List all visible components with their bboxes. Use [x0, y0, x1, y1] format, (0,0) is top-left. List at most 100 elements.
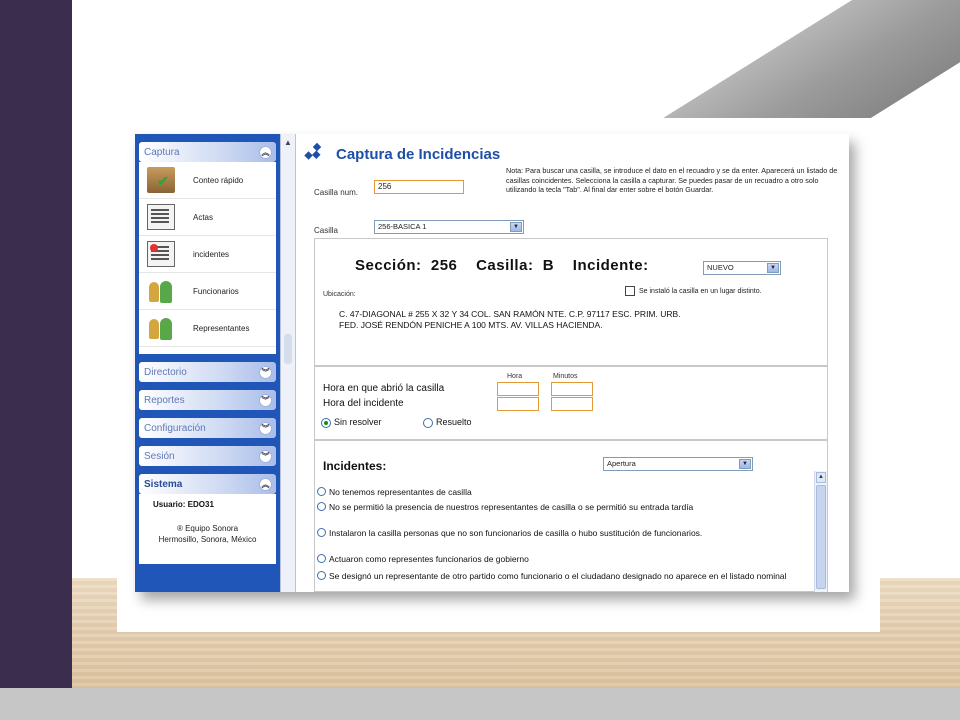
radio-button[interactable]	[317, 502, 326, 511]
chevron-down-icon[interactable]: ▼	[767, 263, 779, 273]
splitter-grip[interactable]	[284, 334, 292, 364]
section-title: Directorio	[144, 366, 187, 378]
time-panel: Hora Minutos Hora en que abrió la casill…	[314, 366, 828, 440]
sidebar-item-incidentes[interactable]: incidentes	[139, 236, 276, 273]
slide-bottom-bar	[0, 688, 960, 720]
collapse-icon[interactable]: ︽	[259, 145, 272, 159]
chevron-down-icon[interactable]: ▼	[510, 222, 522, 232]
lugar-distinto-checkbox[interactable]	[625, 286, 635, 296]
incidente-select-value: NUEVO	[707, 263, 734, 272]
credit-location: Hermosillo, Sonora, México	[158, 535, 257, 544]
resuelto-radio[interactable]	[423, 418, 433, 428]
incidentes-label: Incidentes:	[323, 459, 387, 473]
incidentes-type-select[interactable]: Apertura ▼	[603, 457, 753, 471]
sidebar-section-captura[interactable]: Captura ︽	[139, 142, 276, 162]
resuelto-label: Resuelto	[436, 417, 472, 427]
section-title: Reportes	[144, 394, 185, 406]
option-label: No tenemos representantes de casilla	[329, 487, 472, 497]
credit-line: ® Equipo Sonora	[176, 524, 239, 533]
sidebar-section-directorio[interactable]: Directorio ︾	[139, 362, 276, 382]
lugar-distinto-label: Se instaló la casilla en un lugar distin…	[639, 288, 762, 295]
incidentes-panel: Incidentes: Apertura ▼ No tenemos repres…	[314, 440, 828, 592]
page-title: Captura de Incidencias	[314, 144, 500, 164]
sidebar-section-reportes[interactable]: Reportes ︾	[139, 390, 276, 410]
sidebar-section-sesion[interactable]: Sesión ︾	[139, 446, 276, 466]
section-title: Sistema	[144, 478, 183, 490]
seccion-label: Sección:	[355, 257, 422, 274]
sidebar-item-actas[interactable]: Actas	[139, 199, 276, 236]
incidente-option[interactable]: Se designó un representante de otro part…	[317, 571, 787, 582]
incidente-option[interactable]: No tenemos representantes de casilla	[317, 487, 787, 498]
slide-left-bar	[0, 0, 72, 688]
scrollbar-thumb[interactable]	[816, 485, 826, 589]
sidebar-section-configuracion[interactable]: Configuración ︾	[139, 418, 276, 438]
casilla-select[interactable]: 256-BASICA 1 ▼	[374, 220, 524, 234]
sidebar-item-label: Conteo rápido	[193, 175, 244, 185]
expand-icon[interactable]: ︾	[259, 449, 272, 463]
sidebar-item-label: Representantes	[193, 323, 250, 333]
casilla-type-value: B	[542, 257, 555, 274]
casilla-num-input[interactable]: 256	[374, 180, 464, 194]
people-icon	[147, 315, 175, 341]
page-title-text: Captura de Incidencias	[336, 145, 501, 163]
screenshot-frame: Captura ︽ Conteo rápido Actas incidentes	[117, 118, 880, 632]
hora-abrio-hour-input[interactable]	[497, 382, 539, 396]
incidente-select[interactable]: NUEVO ▼	[703, 261, 781, 275]
sidebar-item-label: Actas	[193, 212, 214, 222]
document-icon	[147, 204, 175, 230]
option-label: Instalaron la casilla personas que no so…	[329, 528, 703, 538]
option-label: Actuaron como representes funcionarios d…	[329, 554, 529, 564]
casilla-header: Sección: 256 Casilla: B Incidente:	[355, 257, 649, 274]
minutos-header: Minutos	[553, 373, 578, 380]
chevron-down-icon[interactable]: ▼	[739, 459, 751, 469]
main-panel: Captura de Incidencias Nota: Para buscar…	[296, 134, 849, 592]
expand-icon[interactable]: ︾	[259, 393, 272, 407]
sidebar-item-funcionarios[interactable]: Funcionarios	[139, 273, 276, 310]
section-title: Configuración	[144, 422, 206, 434]
sidebar-item-representantes[interactable]: Representantes	[139, 310, 276, 347]
sidebar-item-label: Funcionarios	[193, 286, 239, 296]
hora-incidente-minute-input[interactable]	[551, 397, 593, 411]
radio-button[interactable]	[317, 554, 326, 563]
app-window: Captura ︽ Conteo rápido Actas incidentes	[135, 134, 849, 592]
hora-incidente-hour-input[interactable]	[497, 397, 539, 411]
sidebar-splitter[interactable]: ▲	[280, 134, 296, 592]
sidebar-section-sistema[interactable]: Sistema ︽	[139, 474, 276, 494]
casilla-num-label: Casilla num.	[314, 188, 359, 197]
address-line: FED. JOSÉ RENDÓN PENICHE A 100 MTS. AV. …	[339, 320, 603, 330]
chevron-up-icon[interactable]: ▲	[816, 472, 826, 483]
captura-items: Conteo rápido Actas incidentes Funcionar…	[139, 162, 276, 354]
expand-icon[interactable]: ︾	[259, 365, 272, 379]
sidebar-item-label: incidentes	[193, 249, 230, 259]
hora-incidente-label: Hora del incidente	[323, 398, 404, 409]
option-label: No se permitió la presencia de nuestros …	[329, 502, 694, 512]
hora-header: Hora	[507, 373, 523, 380]
incidente-label: Incidente:	[572, 257, 649, 274]
sistema-panel: Usuario: EDO31 ® Equipo Sonora Hermosill…	[139, 494, 276, 564]
hora-abrio-minute-input[interactable]	[551, 382, 593, 396]
option-label: Se designó un representante de otro part…	[329, 571, 787, 581]
sidebar-item-conteo-rapido[interactable]: Conteo rápido	[139, 162, 276, 199]
incidente-option[interactable]: Actuaron como representes funcionarios d…	[317, 554, 787, 565]
incidente-option[interactable]: No se permitió la presencia de nuestros …	[317, 502, 787, 513]
options-scrollbar[interactable]: ▲	[814, 471, 827, 592]
collapse-icon[interactable]: ︽	[259, 477, 272, 491]
ubicacion-label: Ubicación:	[323, 291, 356, 298]
section-title: Sesión	[144, 450, 175, 462]
app-logo-icon	[314, 144, 328, 164]
hora-abrio-label: Hora en que abrió la casilla	[323, 383, 445, 394]
incidentes-select-value: Apertura	[607, 459, 636, 468]
people-icon	[147, 278, 175, 304]
incidente-option[interactable]: Instalaron la casilla personas que no so…	[317, 528, 787, 539]
expand-icon[interactable]: ︾	[259, 421, 272, 435]
radio-button[interactable]	[317, 571, 326, 580]
sin-resolver-label: Sin resolver	[334, 417, 382, 427]
casilla-type-label: Casilla:	[476, 257, 534, 274]
sin-resolver-radio[interactable]	[321, 418, 331, 428]
current-user: Usuario: EDO31	[153, 500, 214, 509]
radio-button[interactable]	[317, 487, 326, 496]
casilla-label: Casilla	[314, 226, 339, 235]
casilla-info-panel: Sección: 256 Casilla: B Incidente: NUEVO…	[314, 238, 828, 366]
radio-button[interactable]	[317, 528, 326, 537]
chevron-up-icon[interactable]: ▲	[284, 138, 292, 147]
